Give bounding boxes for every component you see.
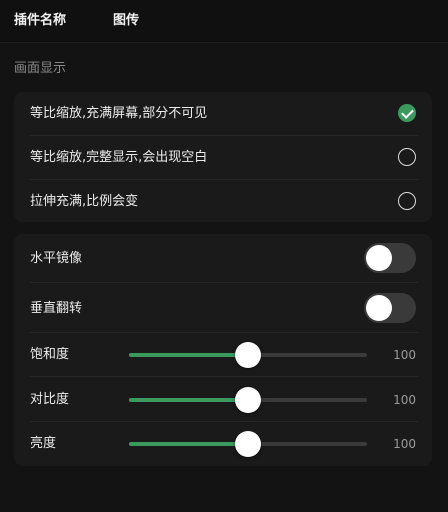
- display-option-fit[interactable]: 等比缩放,完整显示,会出现空白: [14, 136, 432, 179]
- slider-thumb[interactable]: [235, 387, 261, 413]
- section-title-display: 画面显示: [14, 61, 67, 76]
- display-option-fill[interactable]: 等比缩放,充满屏幕,部分不可见: [14, 92, 432, 135]
- radio-unchecked-icon[interactable]: [398, 192, 416, 210]
- slider-thumb[interactable]: [235, 431, 261, 457]
- contrast-value: 100: [393, 393, 416, 407]
- saturation-slider[interactable]: [129, 342, 367, 368]
- brightness-slider[interactable]: [129, 431, 367, 457]
- slider-row-contrast: 对比度 100: [14, 377, 432, 421]
- toggle-label-flip: 垂直翻转: [30, 301, 83, 316]
- toggle-row-mirror: 水平镜像: [14, 234, 432, 282]
- slider-thumb[interactable]: [235, 342, 261, 368]
- brightness-value: 100: [393, 437, 416, 451]
- slider-fill: [129, 353, 248, 357]
- radio-unchecked-icon[interactable]: [398, 148, 416, 166]
- flip-toggle[interactable]: [364, 293, 416, 323]
- adjustments-card: 水平镜像 垂直翻转 饱和度 100 对比度 100 亮度 100: [14, 234, 432, 466]
- slider-label-brightness: 亮度: [30, 436, 57, 451]
- display-mode-card: 等比缩放,充满屏幕,部分不可见 等比缩放,完整显示,会出现空白 拉伸充满,比例会…: [14, 92, 432, 222]
- display-option-label: 等比缩放,完整显示,会出现空白: [30, 150, 208, 165]
- mirror-toggle[interactable]: [364, 243, 416, 273]
- display-option-label: 等比缩放,充满屏幕,部分不可见: [30, 106, 208, 121]
- slider-row-brightness: 亮度 100: [14, 422, 432, 466]
- slider-fill: [129, 398, 248, 402]
- slider-label-saturation: 饱和度: [30, 347, 70, 362]
- radio-checked-icon[interactable]: [398, 104, 416, 122]
- plugin-value-label: 图传: [113, 13, 140, 28]
- toggle-row-flip: 垂直翻转: [14, 283, 432, 331]
- display-option-stretch[interactable]: 拉伸充满,比例会变: [14, 180, 432, 222]
- contrast-slider[interactable]: [129, 387, 367, 413]
- toggle-label-mirror: 水平镜像: [30, 251, 83, 266]
- slider-fill: [129, 442, 248, 446]
- toggle-knob: [366, 295, 392, 321]
- slider-row-saturation: 饱和度 100: [14, 333, 432, 376]
- saturation-value: 100: [393, 348, 416, 362]
- plugin-name-label: 插件名称: [14, 13, 67, 28]
- plugin-header: 插件名称 图传: [0, 0, 448, 43]
- toggle-knob: [366, 245, 392, 271]
- slider-label-contrast: 对比度: [30, 392, 70, 407]
- display-option-label: 拉伸充满,比例会变: [30, 194, 139, 209]
